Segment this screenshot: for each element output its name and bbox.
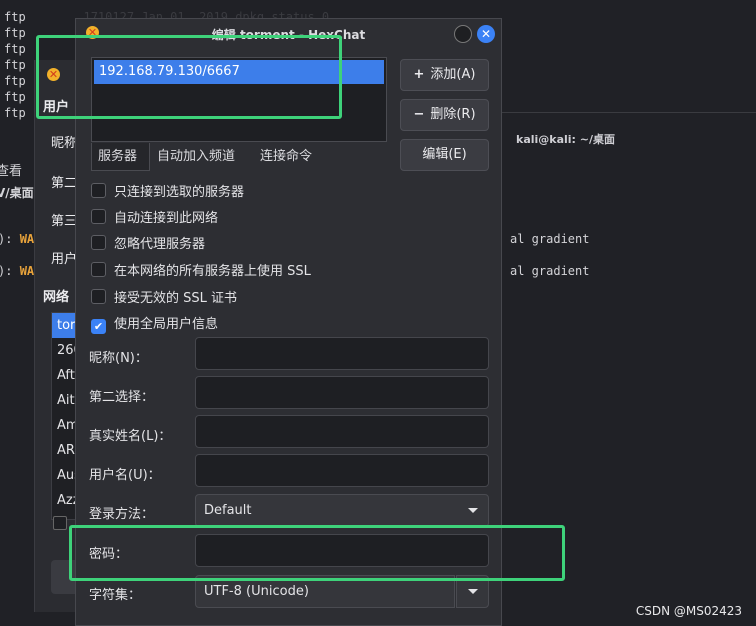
checkbox[interactable] [91,209,106,224]
second-choice-label: 第二选择： [89,390,155,405]
edit-server-button[interactable]: 编辑(E) [400,139,489,171]
option-connect-selected-only[interactable]: 只连接到选取的服务器 [91,181,244,200]
username-label: 用户 [51,252,78,267]
plus-icon: + [413,67,425,82]
terminal-line: ftp [4,58,26,72]
server-list-item[interactable]: 192.168.79.130/6667 [94,60,384,84]
minus-icon: − [413,107,425,122]
tab-connect-commands[interactable]: 连接命令 [254,143,318,171]
option-use-global-user-info[interactable]: ✔ 使用全局用户信息 [91,313,218,334]
charset-select[interactable]: UTF-8 (Unicode) [195,575,455,608]
username-field[interactable] [195,454,489,487]
chevron-down-icon [468,508,478,513]
terminal-line: al gradient [510,264,590,278]
user-info-label: 用户 [43,100,70,115]
real-name-field[interactable] [195,415,489,448]
close-icon: ✕ [480,27,492,41]
option-accept-invalid-ssl[interactable]: 接受无效的 SSL 证书 [91,287,237,306]
login-method-select[interactable]: Default [195,494,489,527]
charset-dropdown-button[interactable] [456,575,489,608]
terminal-warning: ): WA [0,264,35,278]
second-label: 第二 [51,176,78,191]
remove-server-button[interactable]: − 删除(R) [400,99,489,131]
watermark: CSDN @MS02423 [635,604,742,618]
chevron-down-icon [468,589,478,594]
terminal-line: ftp [4,42,26,56]
checkbox[interactable] [91,235,106,250]
terminal-label: 查看 [0,164,23,179]
networks-label: 网络 [43,290,70,305]
nickname-label: 昵称 [51,136,78,151]
dialog-title: 编辑 torment - HexChat [211,28,366,42]
terminal-line: ftp [4,26,26,40]
terminal-window-title: kali@kali: ~/桌面 [516,133,616,146]
checkbox-checked[interactable]: ✔ [91,319,106,334]
edit-network-dialog: ✕ 编辑 torment - HexChat ✕ 192.168.79.130/… [75,18,502,626]
login-method-label: 登录方法： [89,507,155,522]
terminal-line: al gradient [510,232,590,246]
option-ignore-proxy[interactable]: 忽略代理服务器 [91,233,205,252]
checkbox[interactable] [91,262,106,277]
terminal-line: ftp [4,90,26,104]
option-auto-connect[interactable]: 自动连接到此网络 [91,207,218,226]
option-use-ssl[interactable]: 在本网络的所有服务器上使用 SSL [91,260,311,279]
username-label: 用户名(U)： [89,468,161,483]
tab-autojoin-channels[interactable]: 自动加入频道 [151,143,241,171]
add-server-button[interactable]: + 添加(A) [400,59,489,91]
checkbox[interactable] [91,183,106,198]
network-window-checkbox[interactable] [53,516,67,530]
nickname-field[interactable] [195,337,489,370]
real-name-label: 真实姓名(L)： [89,429,172,444]
terminal-divider [500,112,756,113]
close-button[interactable]: ✕ [477,25,495,43]
terminal-label: V/桌面 [0,186,34,200]
password-field[interactable] [195,534,489,567]
third-label: 第三 [51,214,78,229]
server-list[interactable]: 192.168.79.130/6667 [91,57,387,142]
terminal-line: ftp [4,106,26,120]
terminal-warning: ): WA [0,232,35,246]
tab-servers[interactable]: 服务器 [91,143,150,171]
charset-label: 字符集： [89,588,142,603]
nickname-label: 昵称(N)： [89,351,148,366]
terminal-line: ftp [4,74,26,88]
minimize-button[interactable] [454,25,472,43]
dialog-titlebar[interactable]: ✕ 编辑 torment - HexChat ✕ [76,19,501,49]
second-choice-field[interactable] [195,376,489,409]
password-label: 密码： [89,547,129,562]
hexchat-icon: ✕ [47,68,60,81]
checkbox[interactable] [91,289,106,304]
